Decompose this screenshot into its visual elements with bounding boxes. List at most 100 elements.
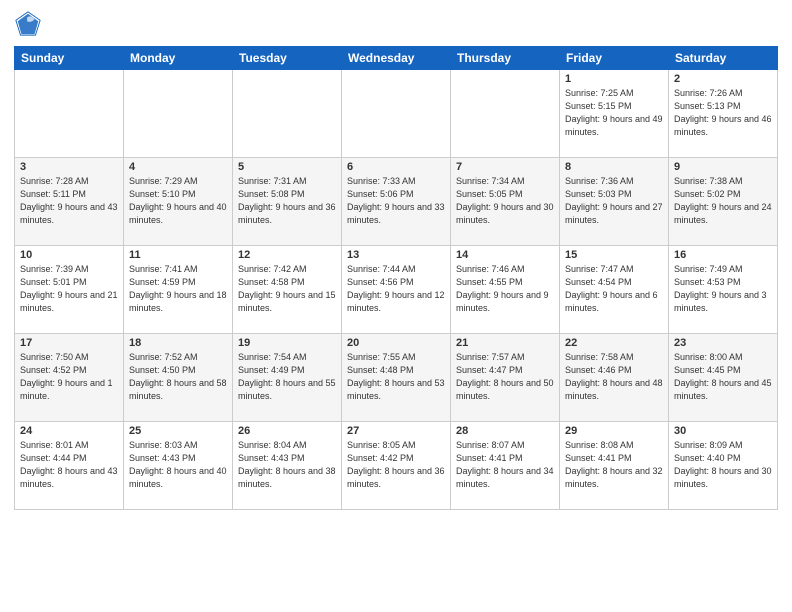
day-info: Sunrise: 8:04 AM Sunset: 4:43 PM Dayligh… xyxy=(238,439,336,491)
calendar-week-row: 24 Sunrise: 8:01 AM Sunset: 4:44 PM Dayli… xyxy=(15,422,778,510)
calendar-week-row: 1 Sunrise: 7:25 AM Sunset: 5:15 PM Daylig… xyxy=(15,70,778,158)
calendar-cell: 11Sunrise: 7:41 AM Sunset: 4:59 PM Dayli… xyxy=(124,246,233,334)
calendar-cell: 3 Sunrise: 7:28 AM Sunset: 5:11 PM Daylig… xyxy=(15,158,124,246)
day-info: Sunrise: 7:26 AM Sunset: 5:13 PM Dayligh… xyxy=(674,87,772,139)
calendar-cell: 18 Sunrise: 7:52 AM Sunset: 4:50 PM Dayli… xyxy=(124,334,233,422)
calendar-weekday: Sunday xyxy=(15,47,124,70)
day-number: 28 xyxy=(456,425,554,437)
day-number: 12 xyxy=(238,249,336,261)
day-number: 6 xyxy=(347,161,445,173)
calendar-cell: 14 Sunrise: 7:46 AM Sunset: 4:55 PM Dayli… xyxy=(451,246,560,334)
day-number: 30 xyxy=(674,425,772,437)
day-info: Sunrise: 7:50 AM Sunset: 4:52 PM Dayligh… xyxy=(20,351,118,403)
day-info: Sunrise: 7:49 AM Sunset: 4:53 PM Dayligh… xyxy=(674,263,772,315)
day-info: Sunrise: 7:25 AM Sunset: 5:15 PM Dayligh… xyxy=(565,87,663,139)
calendar-week-row: 17 Sunrise: 7:50 AM Sunset: 4:52 PM Dayli… xyxy=(15,334,778,422)
calendar-cell xyxy=(15,70,124,158)
calendar-cell: 23Sunrise: 8:00 AM Sunset: 4:45 PM Dayli… xyxy=(669,334,778,422)
calendar-weekday: Tuesday xyxy=(233,47,342,70)
day-number: 2 xyxy=(674,73,772,85)
logo xyxy=(14,10,46,38)
calendar-cell: 20Sunrise: 7:55 AM Sunset: 4:48 PM Dayli… xyxy=(342,334,451,422)
day-number: 16 xyxy=(674,249,772,261)
day-number: 15 xyxy=(565,249,663,261)
day-number: 9 xyxy=(674,161,772,173)
day-info: Sunrise: 7:29 AM Sunset: 5:10 PM Dayligh… xyxy=(129,175,227,227)
day-info: Sunrise: 7:31 AM Sunset: 5:08 PM Dayligh… xyxy=(238,175,336,227)
day-number: 21 xyxy=(456,337,554,349)
calendar-cell: 26 Sunrise: 8:04 AM Sunset: 4:43 PM Dayli… xyxy=(233,422,342,510)
calendar-table: SundayMondayTuesdayWednesdayThursdayFrid… xyxy=(14,46,778,510)
day-number: 3 xyxy=(20,161,118,173)
day-info: Sunrise: 7:42 AM Sunset: 4:58 PM Dayligh… xyxy=(238,263,336,315)
day-info: Sunrise: 7:36 AM Sunset: 5:03 PM Dayligh… xyxy=(565,175,663,227)
day-info: Sunrise: 7:41 AM Sunset: 4:59 PM Dayligh… xyxy=(129,263,227,315)
calendar-cell: 30Sunrise: 8:09 AM Sunset: 4:40 PM Dayli… xyxy=(669,422,778,510)
day-number: 1 xyxy=(565,73,663,85)
calendar-cell: 29 Sunrise: 8:08 AM Sunset: 4:41 PM Dayli… xyxy=(560,422,669,510)
calendar-cell: 12 Sunrise: 7:42 AM Sunset: 4:58 PM Dayli… xyxy=(233,246,342,334)
logo-icon xyxy=(14,10,42,38)
calendar-cell: 16 Sunrise: 7:49 AM Sunset: 4:53 PM Dayli… xyxy=(669,246,778,334)
calendar-cell: 4Sunrise: 7:29 AM Sunset: 5:10 PM Daylig… xyxy=(124,158,233,246)
calendar-cell: 24 Sunrise: 8:01 AM Sunset: 4:44 PM Dayli… xyxy=(15,422,124,510)
calendar-cell: 5Sunrise: 7:31 AM Sunset: 5:08 PM Daylig… xyxy=(233,158,342,246)
day-info: Sunrise: 8:00 AM Sunset: 4:45 PM Dayligh… xyxy=(674,351,772,403)
calendar-weekday: Wednesday xyxy=(342,47,451,70)
calendar-cell: 1 Sunrise: 7:25 AM Sunset: 5:15 PM Daylig… xyxy=(560,70,669,158)
day-number: 13 xyxy=(347,249,445,261)
calendar-cell: 15 Sunrise: 7:47 AM Sunset: 4:54 PM Dayli… xyxy=(560,246,669,334)
day-number: 29 xyxy=(565,425,663,437)
header xyxy=(14,10,778,38)
day-info: Sunrise: 7:28 AM Sunset: 5:11 PM Dayligh… xyxy=(20,175,118,227)
calendar-cell: 27 Sunrise: 8:05 AM Sunset: 4:42 PM Dayli… xyxy=(342,422,451,510)
calendar-cell xyxy=(342,70,451,158)
day-info: Sunrise: 7:57 AM Sunset: 4:47 PM Dayligh… xyxy=(456,351,554,403)
day-number: 14 xyxy=(456,249,554,261)
day-info: Sunrise: 7:54 AM Sunset: 4:49 PM Dayligh… xyxy=(238,351,336,403)
calendar-cell: 19 Sunrise: 7:54 AM Sunset: 4:49 PM Dayli… xyxy=(233,334,342,422)
calendar-cell: 8 Sunrise: 7:36 AM Sunset: 5:03 PM Daylig… xyxy=(560,158,669,246)
calendar-cell: 21 Sunrise: 7:57 AM Sunset: 4:47 PM Dayli… xyxy=(451,334,560,422)
calendar-cell: 22 Sunrise: 7:58 AM Sunset: 4:46 PM Dayli… xyxy=(560,334,669,422)
day-info: Sunrise: 7:58 AM Sunset: 4:46 PM Dayligh… xyxy=(565,351,663,403)
calendar-header-row: SundayMondayTuesdayWednesdayThursdayFrid… xyxy=(15,47,778,70)
day-info: Sunrise: 8:08 AM Sunset: 4:41 PM Dayligh… xyxy=(565,439,663,491)
calendar-cell: 9 Sunrise: 7:38 AM Sunset: 5:02 PM Daylig… xyxy=(669,158,778,246)
day-info: Sunrise: 8:05 AM Sunset: 4:42 PM Dayligh… xyxy=(347,439,445,491)
day-number: 22 xyxy=(565,337,663,349)
day-number: 24 xyxy=(20,425,118,437)
day-info: Sunrise: 7:46 AM Sunset: 4:55 PM Dayligh… xyxy=(456,263,554,315)
calendar-cell: 7 Sunrise: 7:34 AM Sunset: 5:05 PM Daylig… xyxy=(451,158,560,246)
page: SundayMondayTuesdayWednesdayThursdayFrid… xyxy=(0,0,792,612)
day-number: 25 xyxy=(129,425,227,437)
day-info: Sunrise: 7:44 AM Sunset: 4:56 PM Dayligh… xyxy=(347,263,445,315)
calendar-cell: 17 Sunrise: 7:50 AM Sunset: 4:52 PM Dayli… xyxy=(15,334,124,422)
calendar-cell xyxy=(233,70,342,158)
day-number: 10 xyxy=(20,249,118,261)
day-info: Sunrise: 7:39 AM Sunset: 5:01 PM Dayligh… xyxy=(20,263,118,315)
day-number: 17 xyxy=(20,337,118,349)
day-number: 7 xyxy=(456,161,554,173)
day-number: 18 xyxy=(129,337,227,349)
day-info: Sunrise: 8:01 AM Sunset: 4:44 PM Dayligh… xyxy=(20,439,118,491)
calendar-weekday: Monday xyxy=(124,47,233,70)
day-info: Sunrise: 7:52 AM Sunset: 4:50 PM Dayligh… xyxy=(129,351,227,403)
day-info: Sunrise: 7:33 AM Sunset: 5:06 PM Dayligh… xyxy=(347,175,445,227)
day-number: 20 xyxy=(347,337,445,349)
day-number: 26 xyxy=(238,425,336,437)
calendar-weekday: Thursday xyxy=(451,47,560,70)
day-info: Sunrise: 8:07 AM Sunset: 4:41 PM Dayligh… xyxy=(456,439,554,491)
day-number: 8 xyxy=(565,161,663,173)
day-info: Sunrise: 7:47 AM Sunset: 4:54 PM Dayligh… xyxy=(565,263,663,315)
day-info: Sunrise: 8:03 AM Sunset: 4:43 PM Dayligh… xyxy=(129,439,227,491)
calendar-cell: 25 Sunrise: 8:03 AM Sunset: 4:43 PM Dayli… xyxy=(124,422,233,510)
calendar-cell: 2 Sunrise: 7:26 AM Sunset: 5:13 PM Daylig… xyxy=(669,70,778,158)
calendar-week-row: 10 Sunrise: 7:39 AM Sunset: 5:01 PM Dayli… xyxy=(15,246,778,334)
calendar-cell: 6 Sunrise: 7:33 AM Sunset: 5:06 PM Daylig… xyxy=(342,158,451,246)
calendar-weekday: Friday xyxy=(560,47,669,70)
day-info: Sunrise: 7:38 AM Sunset: 5:02 PM Dayligh… xyxy=(674,175,772,227)
day-info: Sunrise: 7:34 AM Sunset: 5:05 PM Dayligh… xyxy=(456,175,554,227)
day-number: 27 xyxy=(347,425,445,437)
day-number: 19 xyxy=(238,337,336,349)
